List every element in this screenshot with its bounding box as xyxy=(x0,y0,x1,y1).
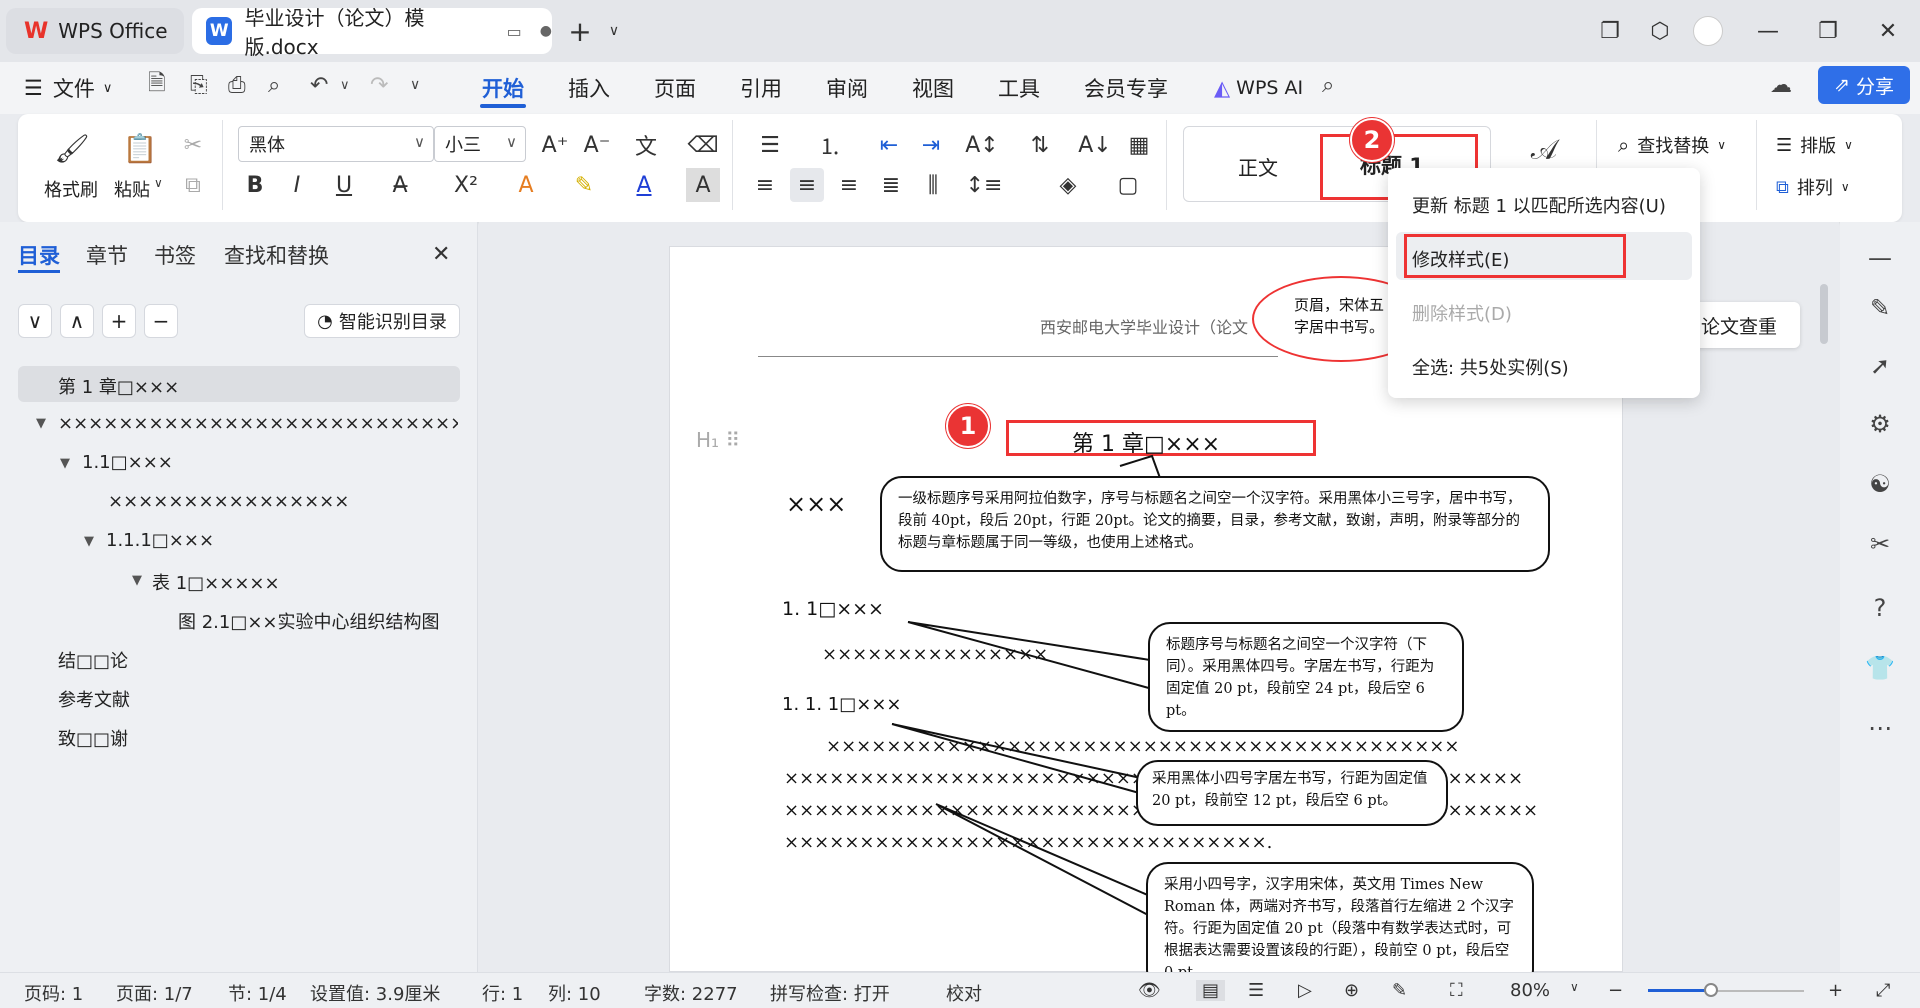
menu-select-all[interactable]: 全选: 共5处实例(S) xyxy=(1412,354,1569,380)
page-view-icon[interactable]: ▤ xyxy=(1196,980,1226,1001)
pen-icon[interactable]: ✎ xyxy=(1862,290,1898,326)
collapse-icon[interactable]: — xyxy=(1862,240,1898,276)
zoom-in-icon[interactable]: + xyxy=(1828,980,1843,1001)
annotation-note-3: 采用黑体小四号字居左书写，行距为固定值 20 pt，段前空 12 pt，段后空 … xyxy=(1136,760,1448,826)
menu-update-style[interactable]: 更新 标题 1 以匹配所选内容(U) xyxy=(1412,192,1666,218)
fit-icon[interactable]: ⛶ xyxy=(1450,980,1463,1001)
status-page[interactable]: 页面: 1/7 xyxy=(116,980,193,1006)
annotation-note-1: 一级标题序号采用阿拉伯数字，序号与标题名之间空一个汉字符。采用黑体小三号字，居中… xyxy=(880,476,1550,572)
menu-delete-style[interactable]: 删除样式(D) xyxy=(1412,300,1512,326)
zoom-level[interactable]: 80% xyxy=(1510,980,1550,1001)
annotation-badge: 2 xyxy=(1350,118,1394,162)
status-section[interactable]: 节: 1/4 xyxy=(228,980,287,1006)
zoom-slider-handle[interactable] xyxy=(1704,983,1718,997)
help-icon[interactable]: ? xyxy=(1862,590,1898,626)
status-words[interactable]: 字数: 2277 xyxy=(644,980,738,1006)
menu-modify-style[interactable]: 修改样式(E) xyxy=(1412,246,1509,272)
annotation-badge: 1 xyxy=(946,404,990,448)
play-icon[interactable]: ▷ xyxy=(1298,980,1312,1001)
eye-icon[interactable]: 👁 xyxy=(1138,980,1161,1001)
scrollbar-thumb[interactable] xyxy=(1820,284,1828,344)
fullscreen-icon[interactable]: ⤢ xyxy=(1876,980,1890,1001)
tools-icon[interactable]: ✂ xyxy=(1862,526,1898,562)
status-col[interactable]: 列: 10 xyxy=(548,980,601,1006)
status-setting[interactable]: 设置值: 3.9厘米 xyxy=(310,980,440,1006)
outline-view-icon[interactable]: ☰ xyxy=(1248,980,1264,1001)
write-icon[interactable]: ✎ xyxy=(1392,980,1407,1001)
status-spell[interactable]: 拼写检查: 打开 xyxy=(770,980,890,1006)
status-proof[interactable]: 校对 xyxy=(946,980,982,1006)
more-icon[interactable]: ⋯ xyxy=(1862,710,1898,746)
zoom-out-icon[interactable]: − xyxy=(1608,980,1623,1001)
pointer-icon[interactable]: ➚ xyxy=(1862,348,1898,384)
annotation-note-2: 标题序号与标题名之间空一个汉字符（下同）。采用黑体四号。字居左书写，行距为固定值… xyxy=(1148,622,1464,732)
scrollbar-track[interactable] xyxy=(1818,240,1830,960)
zoom-dropdown-icon[interactable]: ∨ xyxy=(1570,980,1579,994)
zoom-slider-fill xyxy=(1648,989,1710,992)
brain-icon[interactable]: ☯ xyxy=(1862,466,1898,502)
status-row[interactable]: 行: 1 xyxy=(482,980,523,1006)
adjust-icon[interactable]: ⚙ xyxy=(1862,406,1898,442)
shirt-icon[interactable]: 👕 xyxy=(1862,650,1898,686)
web-view-icon[interactable]: ⊕ xyxy=(1344,980,1359,1001)
status-page-code[interactable]: 页码: 1 xyxy=(24,980,83,1006)
